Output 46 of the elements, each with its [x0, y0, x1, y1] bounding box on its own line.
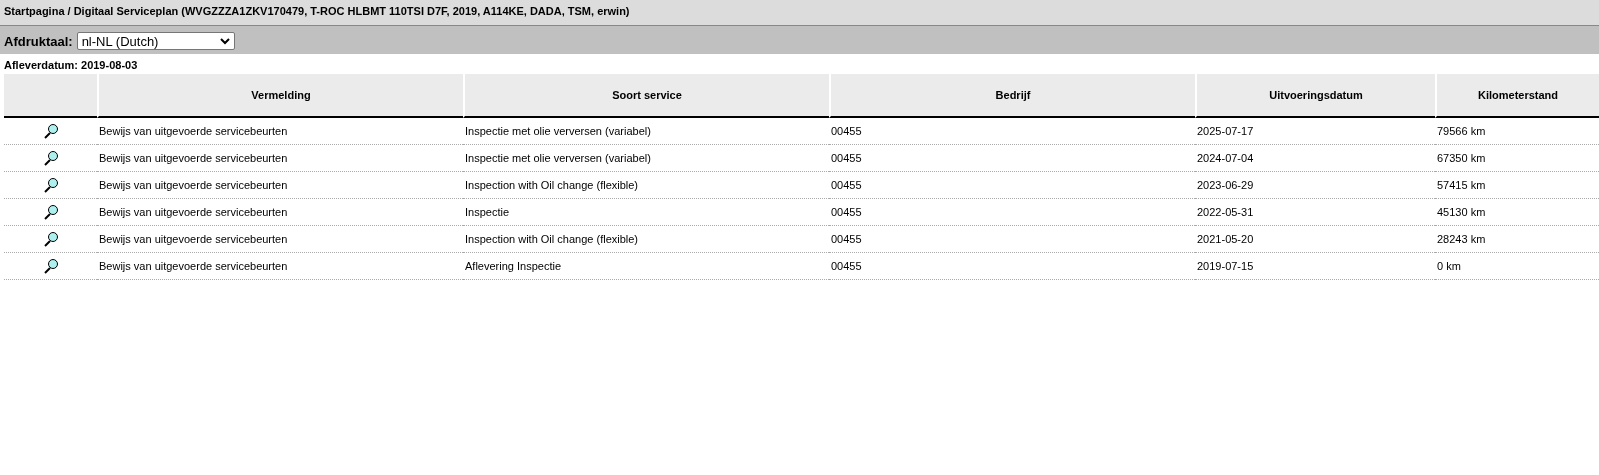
- table-cell: 2019-07-15: [1195, 253, 1435, 280]
- table-cell: Bewijs van uitgevoerde servicebeurten: [97, 145, 463, 172]
- table-cell: Inspectie met olie verversen (variabel): [463, 145, 829, 172]
- table-cell: 0 km: [1435, 253, 1599, 280]
- table-cell: Bewijs van uitgevoerde servicebeurten: [97, 118, 463, 145]
- table-cell: 00455: [829, 226, 1195, 253]
- magnifier-icon[interactable]: [42, 231, 59, 247]
- table-cell: 2024-07-04: [1195, 145, 1435, 172]
- table-cell: Bewijs van uitgevoerde servicebeurten: [97, 253, 463, 280]
- table-cell: 57415 km: [1435, 172, 1599, 199]
- column-header: Bedrijf: [829, 74, 1195, 118]
- table-cell: Inspection with Oil change (flexible): [463, 226, 829, 253]
- table-cell: Aflevering Inspectie: [463, 253, 829, 280]
- column-header: Vermelding: [97, 74, 463, 118]
- table-cell: 45130 km: [1435, 199, 1599, 226]
- table-cell: 2022-05-31: [1195, 199, 1435, 226]
- table-cell: Inspection with Oil change (flexible): [463, 172, 829, 199]
- table-cell: 2023-06-29: [1195, 172, 1435, 199]
- table-cell: 79566 km: [1435, 118, 1599, 145]
- table-cell: Bewijs van uitgevoerde servicebeurten: [97, 172, 463, 199]
- column-header: Kilometerstand: [1435, 74, 1599, 118]
- table-cell: 00455: [829, 145, 1195, 172]
- table-cell: Bewijs van uitgevoerde servicebeurten: [97, 226, 463, 253]
- table-cell: 00455: [829, 253, 1195, 280]
- delivery-date: Afleverdatum: 2019-08-03: [3, 58, 139, 73]
- language-dropdown[interactable]: nl-NL (Dutch): [76, 32, 235, 50]
- table-cell: 2025-07-17: [1195, 118, 1435, 145]
- magnifier-icon[interactable]: [42, 204, 59, 220]
- chevron-down-icon: [219, 37, 230, 45]
- table-cell: Bewijs van uitgevoerde servicebeurten: [97, 199, 463, 226]
- table-cell: 28243 km: [1435, 226, 1599, 253]
- table-cell: Inspectie met olie verversen (variabel): [463, 118, 829, 145]
- magnifier-icon[interactable]: [42, 177, 59, 193]
- breadcrumb: Startpagina / Digitaal Serviceplan (WVGZZZA1ZKV170479, T-ROC HLBMT 110TSI D7F, 2019, A114KE, DADA, TSM, erwin): [0, 0, 1599, 26]
- column-header: Soort service: [463, 74, 829, 118]
- table-cell: 67350 km: [1435, 145, 1599, 172]
- language-label: Afdruktaal:: [4, 33, 73, 49]
- table-cell: 00455: [829, 118, 1195, 145]
- table-cell: 00455: [829, 199, 1195, 226]
- table-cell: 00455: [829, 172, 1195, 199]
- table-cell: 2021-05-20: [1195, 226, 1435, 253]
- column-header: Uitvoeringsdatum: [1195, 74, 1435, 118]
- magnifier-icon[interactable]: [42, 258, 59, 274]
- magnifier-icon[interactable]: [42, 150, 59, 166]
- table-cell: Inspectie: [463, 199, 829, 226]
- magnifier-icon[interactable]: [42, 123, 59, 139]
